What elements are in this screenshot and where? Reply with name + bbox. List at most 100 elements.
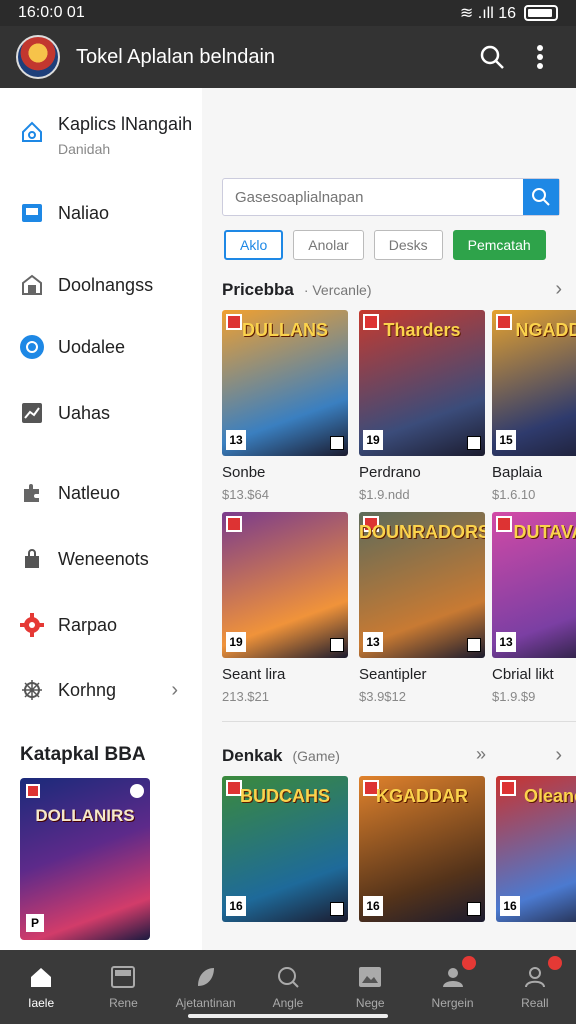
section-header-2[interactable]: Denkak (Game) » › xyxy=(222,744,562,767)
nav-label: Reall xyxy=(521,996,549,1010)
chip-desks[interactable]: Desks xyxy=(373,230,443,260)
game-cover[interactable]: KGADDAR 16 xyxy=(359,776,485,922)
section-title: Denkak xyxy=(222,746,283,765)
nav-item-home[interactable]: Iaele xyxy=(0,950,82,1024)
game-cover[interactable]: DUTAVAS 13 xyxy=(492,512,576,658)
cover-title: BUDCAHS xyxy=(240,786,330,806)
puzzle-icon xyxy=(20,481,44,505)
section-header-1[interactable]: Pricebba · Vercanle) › xyxy=(222,278,562,301)
nav-item-angle[interactable]: Angle xyxy=(247,950,329,1024)
game-cover[interactable]: Oleanes 16 xyxy=(496,776,576,922)
game-cover[interactable]: BUDCAHS 16 xyxy=(222,776,348,922)
nav-item-nege[interactable]: Nege xyxy=(329,950,411,1024)
status-bar: 16:0:0 01 ≋ .ıll 16 xyxy=(0,0,576,26)
game-card[interactable]: Oleanes 16 xyxy=(496,776,576,922)
game-card[interactable]: DULLANS 13 Sonbe $13.$64 xyxy=(222,310,348,502)
search-button[interactable] xyxy=(523,179,559,215)
sync-icon xyxy=(20,335,44,359)
nav-item-reall[interactable]: Reall xyxy=(494,950,576,1024)
drawer-item-naliao[interactable]: Naliao xyxy=(0,183,202,243)
cover-title: DUTAVAS xyxy=(513,522,576,542)
drawer-featured-cover[interactable]: DOLLANIRS P xyxy=(20,778,150,940)
drawer-header-sub: Danidah xyxy=(58,141,111,157)
search-bar xyxy=(222,178,560,216)
bag-icon xyxy=(20,547,44,571)
drawer-item-label: Natleuo xyxy=(58,482,121,503)
game-cover[interactable]: NGADDR 15 xyxy=(492,310,576,456)
cover-title: KGADDAR xyxy=(376,786,468,806)
game-card[interactable]: 19 Seant lira 213.$21 xyxy=(222,512,348,704)
game-cover[interactable]: DULLANS 13 xyxy=(222,310,348,456)
nav-item-rene[interactable]: Rene xyxy=(82,950,164,1024)
bottom-navigation: Iaele Rene Ajetantinan Angle Nege Nergei… xyxy=(0,950,576,1024)
chevron-right-icon: › xyxy=(171,678,178,701)
game-card[interactable]: DOUNRADORS 13 Seantipler $3.9$12 xyxy=(359,512,485,704)
game-price: 213.$21 xyxy=(222,689,269,704)
game-cover[interactable]: 19 xyxy=(222,512,348,658)
game-price: $1.9.ndd xyxy=(359,487,410,502)
home-icon xyxy=(28,964,54,990)
gear-red-icon xyxy=(20,613,44,637)
section-divider xyxy=(222,721,576,722)
platform-mark xyxy=(467,436,481,450)
rating-badge: 16 xyxy=(226,896,246,916)
drawer-item-doolnangss[interactable]: Doolnangss xyxy=(0,255,202,315)
nav-label: Iaele xyxy=(28,996,55,1010)
double-chevron-icon[interactable]: » xyxy=(476,744,486,765)
game-card[interactable]: NGADDR 15 Baplaia $1.6.10 xyxy=(492,310,576,502)
game-price: $1.6.10 xyxy=(492,487,536,502)
cover-title: NGADDR xyxy=(515,320,576,340)
chip-anolar[interactable]: Anolar xyxy=(293,230,364,260)
drawer-item-uodalee[interactable]: Uodalee xyxy=(0,317,202,377)
filter-chips: Aklo Anolar Desks Pemcatah xyxy=(224,230,546,260)
rating-badge: 15 xyxy=(496,430,516,450)
platform-mark xyxy=(330,902,344,916)
chip-aklo[interactable]: Aklo xyxy=(224,230,284,260)
navigation-drawer: Kaplics lNangaih Danidah Naliao Doolnang… xyxy=(0,88,202,950)
nav-label: Nergein xyxy=(431,996,474,1010)
rating-badge: 16 xyxy=(363,896,383,916)
chevron-right-icon[interactable]: › xyxy=(555,744,562,767)
game-cover[interactable]: DOUNRADORS 13 xyxy=(359,512,485,658)
search-icon[interactable] xyxy=(472,37,512,77)
rating-badge: P xyxy=(26,914,44,932)
account-icon xyxy=(522,964,548,990)
notification-badge xyxy=(547,956,562,970)
nav-label: Nege xyxy=(355,996,385,1010)
game-cover[interactable]: Tharders 19 xyxy=(359,310,485,456)
chip-pemcatah[interactable]: Pemcatah xyxy=(452,230,546,260)
drawer-item-uahas[interactable]: Uahas xyxy=(0,383,202,443)
app-logo[interactable] xyxy=(16,35,60,79)
game-card[interactable]: DUTAVAS 13 Cbrial likt $1.9.$9 xyxy=(492,512,576,704)
drawer-item-label: Uahas xyxy=(58,402,111,423)
home-indicator xyxy=(188,1014,388,1018)
nav-item-nergein[interactable]: Nergein xyxy=(411,950,493,1024)
game-name: Baplaia xyxy=(492,464,543,481)
drawer-item-rarpao[interactable]: Rarpao xyxy=(0,595,202,655)
settings-icon xyxy=(20,678,44,702)
leaf-icon xyxy=(193,964,219,990)
rating-badge: 16 xyxy=(500,896,520,916)
drawer-category-title: Katapkal BBA xyxy=(20,744,146,765)
cover-title: Oleanes xyxy=(523,786,576,806)
drawer-header[interactable]: Kaplics lNangaih Danidah xyxy=(0,108,202,168)
game-card[interactable]: KGADDAR 16 xyxy=(359,776,485,922)
game-card[interactable]: BUDCAHS 16 xyxy=(222,776,348,922)
rating-badge: 19 xyxy=(363,430,383,450)
game-name: Cbrial likt xyxy=(492,666,554,683)
drawer-item-natleuo[interactable]: Natleuo xyxy=(0,463,202,523)
more-vert-icon[interactable] xyxy=(520,37,560,77)
chevron-right-icon[interactable]: › xyxy=(555,278,562,301)
section-subtitle: · Vercanle) xyxy=(303,282,372,298)
cover-title: DOUNRADORS xyxy=(359,522,485,542)
drawer-item-weneenots[interactable]: Weneenots xyxy=(0,529,202,589)
nav-item-ajetantinan[interactable]: Ajetantinan xyxy=(165,950,247,1024)
rating-badge: 13 xyxy=(226,430,246,450)
search-input[interactable] xyxy=(223,179,523,215)
image-icon xyxy=(357,964,383,990)
game-name: Seantipler xyxy=(359,666,427,683)
drawer-cover-caption: DOLLANIRS xyxy=(35,806,135,825)
game-card[interactable]: Tharders 19 Perdrano $1.9.ndd xyxy=(359,310,485,502)
drawer-item-label: Naliao xyxy=(58,202,110,223)
drawer-item-korhng[interactable]: Korhng › xyxy=(0,660,202,720)
